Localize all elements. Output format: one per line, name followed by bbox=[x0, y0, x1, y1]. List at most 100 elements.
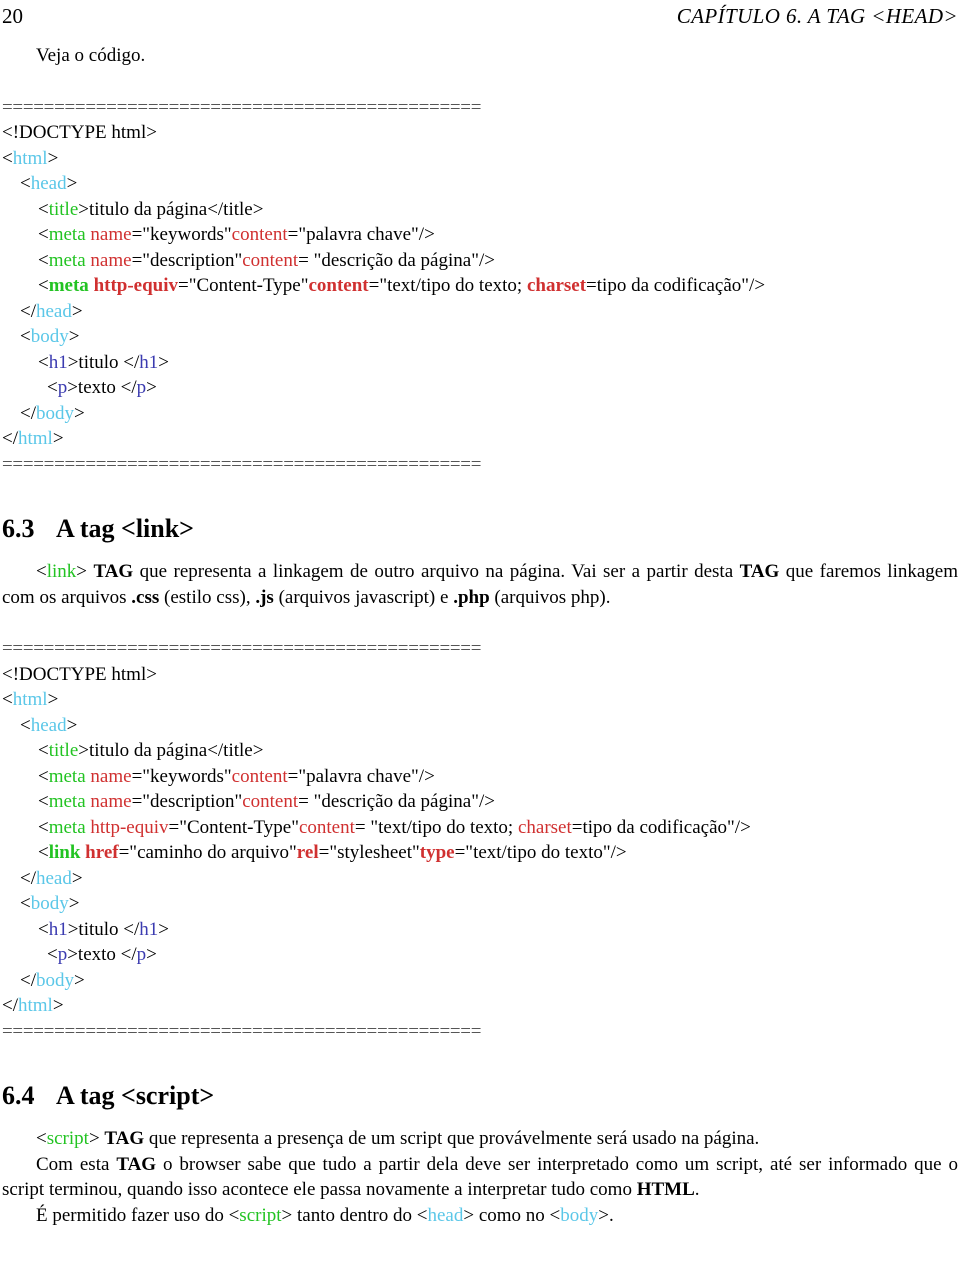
code-separator-bottom-2: ========================================… bbox=[2, 1020, 482, 1042]
text-run: (estilo css), bbox=[159, 586, 256, 608]
text-run: > bbox=[68, 326, 80, 347]
section-title: A tag <script> bbox=[56, 1081, 215, 1110]
text-run: p bbox=[136, 944, 147, 965]
text-run: html bbox=[12, 689, 48, 710]
text-run: meta bbox=[48, 224, 91, 245]
text-run: > bbox=[71, 867, 83, 889]
code-line: <p>texto </p> bbox=[2, 942, 958, 968]
text-run: > bbox=[47, 689, 59, 710]
code-line: </body> bbox=[2, 968, 958, 994]
text-run: head bbox=[30, 173, 67, 194]
text-run: < bbox=[38, 816, 49, 838]
text-run: > bbox=[68, 893, 80, 914]
text-run: </ bbox=[20, 867, 36, 889]
code-separator-top-2: ========================================… bbox=[2, 638, 482, 659]
text-run: title bbox=[48, 740, 79, 761]
text-run: ="keywords" bbox=[131, 765, 232, 787]
text-run: > bbox=[47, 147, 59, 169]
text-run: name bbox=[90, 224, 132, 245]
text-run: h1 bbox=[48, 351, 68, 373]
text-run: < bbox=[38, 740, 49, 761]
code-separator-bottom-1: ========================================… bbox=[2, 453, 482, 475]
running-header: 20 CAPÍTULO 6. A TAG <HEAD> bbox=[0, 0, 960, 29]
section-6-4-paragraph-2: Com esta TAG o browser sabe que tudo a p… bbox=[0, 1152, 960, 1203]
code-line: <meta http-equiv="Content-Type"content= … bbox=[2, 815, 958, 841]
section-6-4-paragraph-3: É permitido fazer uso do <script> tanto … bbox=[0, 1203, 960, 1229]
text-run: </ bbox=[20, 402, 36, 424]
text-run: < bbox=[38, 791, 49, 812]
text-run: meta bbox=[48, 249, 91, 271]
text-run: > bbox=[74, 402, 85, 424]
text-run: html bbox=[18, 428, 53, 449]
text-run: content bbox=[231, 765, 288, 787]
text-run: h1 bbox=[139, 351, 159, 373]
text-run: < bbox=[38, 249, 49, 271]
text-run: h1 bbox=[48, 918, 68, 940]
text-run: < bbox=[38, 765, 49, 787]
text-run: body bbox=[36, 969, 74, 991]
text-run: > bbox=[146, 944, 157, 965]
text-run: script bbox=[46, 1128, 89, 1149]
text-run: < bbox=[38, 224, 49, 245]
text-run: content bbox=[242, 249, 299, 271]
text-run: < bbox=[38, 351, 49, 373]
code-block-1: <!DOCTYPE html> <html> <head> <title>titulo… bbox=[0, 120, 960, 452]
text-run: http-equiv bbox=[93, 275, 179, 296]
text-run: title bbox=[48, 198, 79, 220]
text-run: < bbox=[36, 561, 47, 582]
text-run: charset bbox=[517, 816, 572, 838]
text-run: ="palavra chave"/> bbox=[287, 224, 435, 245]
text-run: head bbox=[30, 714, 67, 736]
text-run: > bbox=[158, 918, 170, 940]
text-run: > bbox=[88, 1128, 105, 1149]
text-run: link bbox=[48, 842, 86, 863]
text-run: > bbox=[66, 714, 78, 736]
text-run: href bbox=[85, 842, 119, 863]
text-run: TAG bbox=[739, 561, 780, 582]
code-line: <title>titulo da página</title> bbox=[2, 197, 958, 223]
text-run: .css bbox=[131, 586, 160, 608]
text-run: TAG bbox=[93, 561, 134, 582]
chapter-title: CAPÍTULO 6. A TAG <HEAD> bbox=[676, 4, 958, 28]
code-line: <body> bbox=[2, 324, 958, 350]
code-block-2: <!DOCTYPE html> <html> <head> <title>titulo… bbox=[0, 662, 960, 1019]
text-run: name bbox=[90, 791, 132, 812]
text-run: (arquivos php). bbox=[489, 586, 611, 608]
text-run: < bbox=[20, 326, 31, 347]
code-line: <!DOCTYPE html> bbox=[2, 120, 958, 146]
text-run: html bbox=[12, 147, 48, 169]
text-run: < bbox=[38, 275, 49, 296]
text-run: </ bbox=[2, 428, 18, 449]
text-run: > bbox=[146, 377, 157, 398]
text-run: content bbox=[242, 791, 299, 812]
code-line: <title>titulo da página</title> bbox=[2, 738, 958, 764]
text-run: HTML bbox=[636, 1179, 695, 1200]
text-run: ="description" bbox=[131, 249, 243, 271]
code-line: </head> bbox=[2, 866, 958, 892]
text-run: > bbox=[71, 300, 83, 322]
text-run: </ bbox=[2, 995, 18, 1016]
text-run: . bbox=[694, 1179, 700, 1200]
text-run: = "text/tipo do texto; bbox=[354, 816, 518, 838]
text-run: = "descrição da página"/> bbox=[298, 249, 495, 271]
code-line: <meta name="keywords"content="palavra ch… bbox=[2, 764, 958, 790]
text-run: ="Content-Type" bbox=[178, 275, 309, 296]
text-run: É permitido fazer uso do < bbox=[36, 1204, 240, 1226]
text-run: <!DOCTYPE html> bbox=[2, 663, 157, 685]
code-line: <body> bbox=[2, 891, 958, 917]
text-run: content bbox=[308, 275, 369, 296]
code-line: <link href="caminho do arquivo"rel="styl… bbox=[2, 840, 958, 866]
code-line: <head> bbox=[2, 713, 958, 739]
text-run: TAG bbox=[104, 1128, 145, 1149]
document-page: 20 CAPÍTULO 6. A TAG <HEAD> Veja o códig… bbox=[0, 0, 960, 1275]
text-run: >titulo </ bbox=[67, 918, 140, 940]
text-run: < bbox=[38, 198, 49, 220]
text-run: > bbox=[74, 969, 85, 991]
text-run: ="Content-Type" bbox=[168, 816, 299, 838]
text-run: < bbox=[38, 842, 49, 863]
text-run: charset bbox=[526, 275, 587, 296]
text-run: meta bbox=[48, 275, 94, 296]
text-run: type bbox=[419, 842, 455, 863]
